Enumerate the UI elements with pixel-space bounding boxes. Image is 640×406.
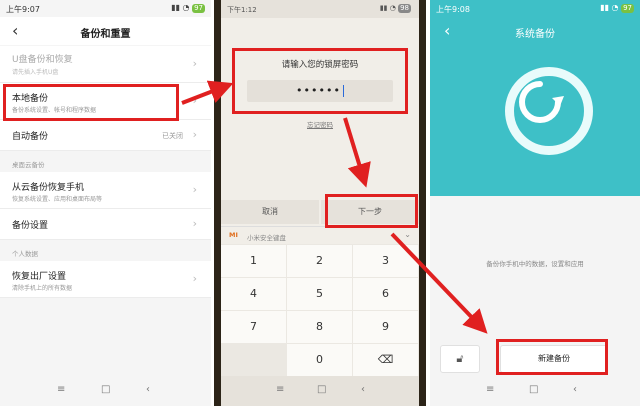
arrow-to-next (343, 117, 371, 188)
arrow-to-new-backup (390, 232, 488, 334)
annotation-arrows (181, 80, 488, 334)
arrow-to-password (181, 80, 234, 105)
